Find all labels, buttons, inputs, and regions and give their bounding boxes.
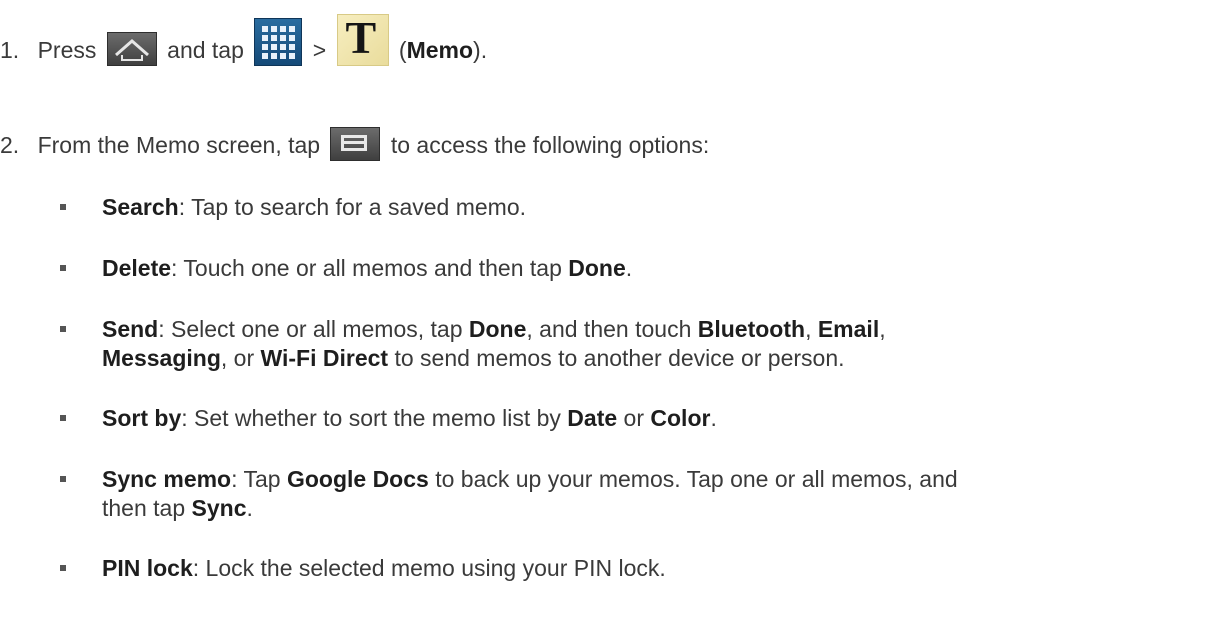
home-key-icon (106, 32, 157, 66)
option-sync-text-3: then tap (102, 495, 192, 521)
option-sort: Sort by: Set whether to sort the memo li… (102, 404, 717, 432)
step-1-number: 1. (0, 37, 20, 64)
option-search-term: Search (102, 194, 179, 220)
step-2-number: 2. (0, 132, 20, 159)
option-sync-end: . (246, 495, 253, 521)
option-send-text-1: : Select one or all memos, tap (158, 316, 469, 342)
apps-grid-cell (262, 35, 269, 41)
option-send-line-1: Send: Select one or all memos, tap Done,… (102, 315, 886, 343)
option-pin-lock-text: : Lock the selected memo using your PIN … (192, 555, 666, 581)
option-sort-color: Color (650, 405, 711, 431)
apps-grid-cell (289, 53, 296, 59)
option-sort-end: . (710, 405, 717, 431)
option-delete-done: Done (568, 255, 626, 281)
step-1: 1. Press and tap > T (Memo). (0, 13, 488, 78)
apps-grid-cell (280, 35, 287, 41)
option-sync-text-2: to back up your memos. Tap one or all me… (428, 466, 958, 492)
option-send-line-2: Messaging, or Wi-Fi Direct to send memos… (102, 344, 845, 372)
apps-grid-cell (262, 26, 269, 32)
step-2-text-after-icon: to access the following options: (390, 132, 710, 159)
option-sort-date: Date (567, 405, 618, 431)
option-pin-lock: PIN lock: Lock the selected memo using y… (102, 554, 666, 582)
option-send-text-6: to send memos to another device or perso… (388, 345, 845, 371)
apps-grid-cell (271, 35, 278, 41)
step-1-press-text: Press (37, 37, 97, 64)
apps-grid-icon (254, 18, 303, 66)
option-sort-term: Sort by (102, 405, 182, 431)
bullet-search (60, 204, 66, 210)
option-search: Search: Tap to search for a saved memo. (102, 193, 526, 221)
step-1-and-tap-text: and tap (167, 37, 244, 64)
step-2-text-before-icon: From the Memo screen, tap (37, 132, 321, 159)
option-delete: Delete: Touch one or all memos and then … (102, 254, 632, 282)
option-send-messaging: Messaging (102, 345, 221, 371)
step-2: 2. From the Memo screen, tap to access t… (0, 127, 710, 164)
apps-grid-cell (262, 44, 269, 50)
option-send-text-4: , (879, 316, 886, 342)
step-1-close-paren: ). (473, 37, 488, 64)
option-send-done: Done (468, 316, 527, 342)
apps-grid-cell (271, 26, 278, 32)
option-pin-lock-term: PIN lock (102, 555, 193, 581)
option-sync-term: Sync memo (102, 466, 232, 492)
apps-grid-cell (271, 53, 278, 59)
bullet-send (60, 326, 66, 332)
option-send-text-2: , and then touch (526, 316, 698, 342)
option-delete-term: Delete (102, 255, 172, 281)
option-sync-line-1: Sync memo: Tap Google Docs to back up yo… (102, 465, 958, 493)
option-sort-text-2: or (617, 405, 651, 431)
bullet-delete (60, 265, 66, 271)
memo-icon-glyph: T (345, 12, 377, 63)
option-sync-sync: Sync (191, 495, 247, 521)
option-sync-line-2: then tap Sync. (102, 494, 253, 522)
option-send-email: Email (817, 316, 880, 342)
apps-grid-cell (271, 44, 278, 50)
option-sort-text-1: : Set whether to sort the memo list by (181, 405, 568, 431)
option-send-wifi-direct: Wi-Fi Direct (260, 345, 389, 371)
apps-grid-cell (289, 35, 296, 41)
memo-app-icon: T (336, 12, 389, 66)
step-1-arrow: > (312, 37, 327, 64)
menu-key-icon (330, 127, 381, 161)
apps-grid-cell (289, 26, 296, 32)
apps-grid-cell (280, 53, 287, 59)
apps-grid-cell (262, 53, 269, 59)
option-delete-text: : Touch one or all memos and then tap (171, 255, 569, 281)
step-1-app-name: Memo (406, 37, 474, 64)
menu-icon-bar (341, 141, 368, 144)
apps-grid-cell (289, 44, 296, 50)
option-send-bluetooth: Bluetooth (697, 316, 806, 342)
option-send-text-3: , (805, 316, 818, 342)
option-sync-text-1: : Tap (231, 466, 287, 492)
step-1-open-paren: ( (398, 37, 407, 64)
bullet-pin-lock (60, 565, 66, 571)
bullet-sync (60, 476, 66, 482)
option-send-text-5: , or (220, 345, 261, 371)
bullet-sort (60, 415, 66, 421)
apps-grid-cell (280, 26, 287, 32)
option-search-text: : Tap to search for a saved memo. (178, 194, 527, 220)
option-sync-google-docs: Google Docs (286, 466, 429, 492)
option-delete-end: . (625, 255, 633, 281)
apps-grid-cell (280, 44, 287, 50)
option-send-term: Send (102, 316, 159, 342)
